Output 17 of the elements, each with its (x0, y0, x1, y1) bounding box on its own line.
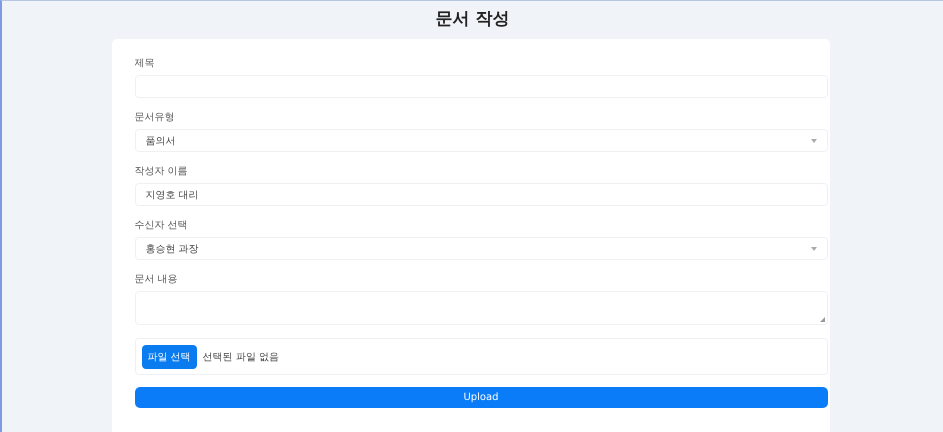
resize-handle-icon (820, 317, 824, 322)
file-status: 선택된 파일 없음 (202, 350, 280, 364)
field-label: 제목 (134, 57, 156, 70)
file-field[interactable]: 파일 선택 선택된 파일 없음 (134, 338, 828, 375)
select-field[interactable]: 홍승현 과장 (134, 237, 828, 260)
select-field[interactable]: 품의서 (134, 129, 828, 152)
page-title: 문서 작성 (436, 8, 510, 30)
text-field[interactable]: 지영호 대리 (134, 183, 828, 206)
caret-icon (810, 138, 816, 142)
field-label: 수신자 선택 (134, 219, 189, 232)
upload-button[interactable]: Upload (134, 387, 828, 408)
field-label: 문서 내용 (134, 273, 179, 286)
field-label: 문서유형 (134, 111, 176, 124)
caret-icon (810, 246, 816, 250)
textarea-field[interactable] (134, 291, 828, 325)
field-label: 작성자 이름 (134, 165, 189, 178)
choose-file-button[interactable]: 파일 선택 (142, 344, 197, 368)
